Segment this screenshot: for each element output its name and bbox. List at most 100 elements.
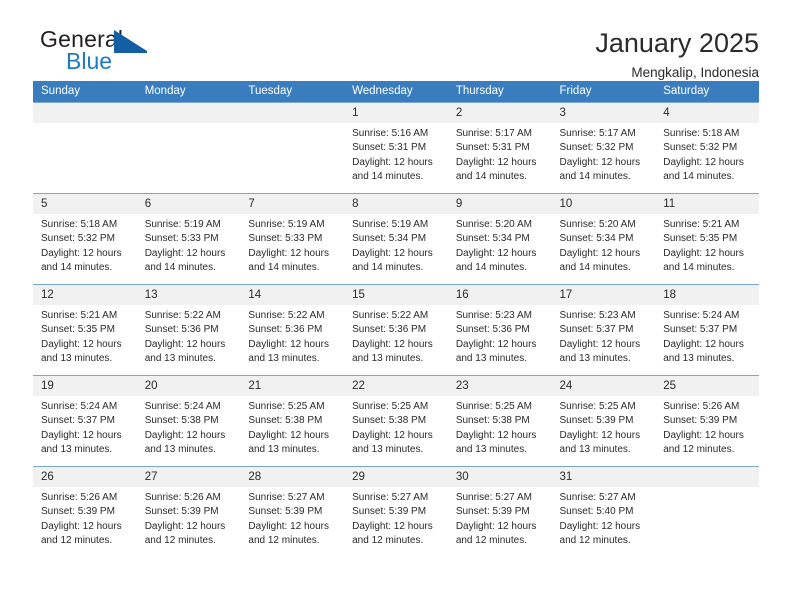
calendar-day-cell[interactable]: 25 Sunrise: 5:26 AM Sunset: 5:39 PM Dayligh… [655,375,759,467]
sunrise-time: Sunrise: 5:18 AM [41,219,118,230]
day-sun-details: Sunrise: 5:23 AM Sunset: 5:37 PM Daylight:… [552,305,656,367]
day-cell-inner: 15 Sunrise: 5:22 AM Sunset: 5:36 PM Dayligh… [344,285,448,375]
day-number: 5 [33,194,137,214]
calendar-day-cell[interactable]: 17 Sunrise: 5:23 AM Sunset: 5:37 PM Dayligh… [551,284,656,376]
daylight-duration-line1: Daylight: 12 hours [663,247,744,259]
day-cell-inner: 20 Sunrise: 5:24 AM Sunset: 5:38 PM Dayligh… [136,376,241,466]
calendar-day-cell[interactable]: 28 Sunrise: 5:27 AM Sunset: 5:39 PM Dayligh… [240,466,345,557]
sunrise-time: Sunrise: 5:19 AM [248,219,325,230]
day-cell-inner: 5 Sunrise: 5:18 AM Sunset: 5:32 PM Daylight… [33,194,137,284]
day-number: 28 [240,467,345,487]
calendar-day-cell[interactable]: 15 Sunrise: 5:22 AM Sunset: 5:36 PM Dayligh… [344,284,448,376]
sunrise-time: Sunrise: 5:19 AM [144,219,221,230]
day-sun-details: Sunrise: 5:27 AM Sunset: 5:39 PM Daylight:… [240,487,344,549]
day-cell-inner: 22 Sunrise: 5:25 AM Sunset: 5:38 PM Dayligh… [344,376,448,466]
title-block: January 2025 Mengkalip, Indonesia [595,26,759,83]
calendar-day-cell[interactable]: 21 Sunrise: 5:25 AM Sunset: 5:38 PM Dayligh… [240,375,345,467]
calendar-day-cell[interactable]: 14 Sunrise: 5:22 AM Sunset: 5:36 PM Dayligh… [240,284,345,376]
calendar-day-cell[interactable]: 9 Sunrise: 5:20 AM Sunset: 5:34 PM Daylight… [447,193,552,285]
day-sun-details: Sunrise: 5:20 AM Sunset: 5:34 PM Daylight:… [448,214,552,276]
daylight-duration-line2: and 12 minutes. [663,444,735,456]
sunset-time: Sunset: 5:31 PM [455,142,530,154]
daylight-duration-line2: and 13 minutes. [248,353,320,365]
sunrise-time: Sunrise: 5:23 AM [455,310,532,321]
calendar-day-cell[interactable]: 24 Sunrise: 5:25 AM Sunset: 5:39 PM Dayligh… [551,375,656,467]
calendar-day-cell[interactable]: 26 Sunrise: 5:26 AM Sunset: 5:39 PM Dayligh… [33,466,137,557]
calendar-week-row: 26 Sunrise: 5:26 AM Sunset: 5:39 PM Dayligh… [33,466,759,557]
calendar-day-cell[interactable]: 31 Sunrise: 5:27 AM Sunset: 5:40 PM Dayligh… [551,466,656,557]
sunset-time: Sunset: 5:39 PM [663,415,738,427]
daylight-duration-line2: and 12 minutes. [144,535,216,547]
daylight-duration-line1: Daylight: 12 hours [352,520,433,532]
calendar-day-cell[interactable]: 6 Sunrise: 5:19 AM Sunset: 5:33 PM Daylight… [136,193,241,285]
daylight-duration-line1: Daylight: 12 hours [352,247,433,259]
day-number: 18 [655,285,759,305]
daylight-duration-line1: Daylight: 12 hours [144,338,226,350]
sunrise-time: Sunrise: 5:17 AM [559,128,636,139]
day-cell-inner: 28 Sunrise: 5:27 AM Sunset: 5:39 PM Dayligh… [240,467,345,557]
daylight-duration-line1: Daylight: 12 hours [663,156,744,168]
sunrise-time: Sunrise: 5:16 AM [352,128,429,139]
sunset-time: Sunset: 5:37 PM [663,324,738,336]
day-number [136,103,241,123]
sunset-time: Sunset: 5:36 PM [352,324,427,336]
daylight-duration-line1: Daylight: 12 hours [248,429,330,441]
calendar-day-cell[interactable]: 19 Sunrise: 5:24 AM Sunset: 5:37 PM Dayligh… [33,375,137,467]
calendar-day-cell[interactable]: 8 Sunrise: 5:19 AM Sunset: 5:34 PM Daylight… [344,193,448,285]
calendar-day-cell[interactable]: 7 Sunrise: 5:19 AM Sunset: 5:33 PM Daylight… [240,193,345,285]
daylight-duration-line2: and 14 minutes. [559,262,631,274]
day-cell-inner: 13 Sunrise: 5:22 AM Sunset: 5:36 PM Dayligh… [136,285,241,375]
calendar-day-cell[interactable]: 12 Sunrise: 5:21 AM Sunset: 5:35 PM Dayligh… [33,284,137,376]
calendar-day-cell[interactable]: 30 Sunrise: 5:27 AM Sunset: 5:39 PM Dayligh… [447,466,552,557]
daylight-duration-line1: Daylight: 12 hours [559,247,641,259]
day-number: 31 [551,467,656,487]
calendar-day-cell[interactable]: 27 Sunrise: 5:26 AM Sunset: 5:39 PM Dayligh… [136,466,241,557]
daylight-duration-line1: Daylight: 12 hours [352,338,433,350]
calendar-day-cell[interactable]: 10 Sunrise: 5:20 AM Sunset: 5:34 PM Dayligh… [551,193,656,285]
day-sun-details: Sunrise: 5:20 AM Sunset: 5:34 PM Daylight:… [552,214,656,276]
day-sun-details: Sunrise: 5:25 AM Sunset: 5:39 PM Daylight:… [552,396,656,458]
sunset-time: Sunset: 5:36 PM [144,324,219,336]
calendar-day-cell[interactable]: 1 Sunrise: 5:16 AM Sunset: 5:31 PM Daylight… [344,102,448,194]
day-number: 3 [551,103,656,123]
calendar-day-cell[interactable]: 4 Sunrise: 5:18 AM Sunset: 5:32 PM Daylight… [655,102,759,194]
daylight-duration-line2: and 13 minutes. [559,444,631,456]
day-number: 17 [551,285,656,305]
calendar-day-cell[interactable]: 29 Sunrise: 5:27 AM Sunset: 5:39 PM Dayligh… [344,466,448,557]
daylight-duration-line2: and 13 minutes. [41,444,113,456]
sunrise-time: Sunrise: 5:18 AM [663,128,740,139]
calendar-day-cell[interactable]: 20 Sunrise: 5:24 AM Sunset: 5:38 PM Dayligh… [136,375,241,467]
weekday-header-friday: Friday [551,81,656,103]
daylight-duration-line1: Daylight: 12 hours [455,247,537,259]
calendar-day-cell[interactable]: 11 Sunrise: 5:21 AM Sunset: 5:35 PM Dayligh… [655,193,759,285]
sunrise-time: Sunrise: 5:22 AM [144,310,221,321]
daylight-duration-line1: Daylight: 12 hours [352,156,433,168]
day-cell-inner: 6 Sunrise: 5:19 AM Sunset: 5:33 PM Daylight… [136,194,241,284]
daylight-duration-line1: Daylight: 12 hours [144,247,226,259]
day-number: 15 [344,285,448,305]
sunset-time: Sunset: 5:34 PM [455,233,530,245]
calendar-day-cell[interactable]: 22 Sunrise: 5:25 AM Sunset: 5:38 PM Dayligh… [344,375,448,467]
calendar-day-cell[interactable]: 23 Sunrise: 5:25 AM Sunset: 5:38 PM Dayligh… [447,375,552,467]
day-number: 22 [344,376,448,396]
calendar-day-cell[interactable]: 16 Sunrise: 5:23 AM Sunset: 5:36 PM Dayligh… [447,284,552,376]
day-number: 10 [551,194,656,214]
calendar-day-cell[interactable]: 5 Sunrise: 5:18 AM Sunset: 5:32 PM Daylight… [33,193,137,285]
calendar-day-cell[interactable]: 13 Sunrise: 5:22 AM Sunset: 5:36 PM Dayligh… [136,284,241,376]
day-number: 2 [447,103,552,123]
day-sun-details: Sunrise: 5:17 AM Sunset: 5:32 PM Daylight:… [552,123,656,185]
sunrise-time: Sunrise: 5:27 AM [559,492,636,503]
day-sun-details: Sunrise: 5:19 AM Sunset: 5:34 PM Daylight:… [344,214,448,276]
calendar-day-cell[interactable]: 18 Sunrise: 5:24 AM Sunset: 5:37 PM Dayligh… [655,284,759,376]
day-cell-inner: 2 Sunrise: 5:17 AM Sunset: 5:31 PM Daylight… [447,103,552,193]
sunset-time: Sunset: 5:39 PM [248,506,323,518]
sunset-time: Sunset: 5:31 PM [352,142,427,154]
calendar-day-cell[interactable]: 2 Sunrise: 5:17 AM Sunset: 5:31 PM Daylight… [447,102,552,194]
calendar-day-cell[interactable]: 3 Sunrise: 5:17 AM Sunset: 5:32 PM Daylight… [551,102,656,194]
daylight-duration-line2: and 13 minutes. [41,353,113,365]
day-number: 25 [655,376,759,396]
day-cell-inner: 21 Sunrise: 5:25 AM Sunset: 5:38 PM Dayligh… [240,376,345,466]
sunset-time: Sunset: 5:35 PM [41,324,115,336]
day-cell-inner: 17 Sunrise: 5:23 AM Sunset: 5:37 PM Dayligh… [551,285,656,375]
general-blue-logo[interactable]: General Blue [33,26,183,82]
